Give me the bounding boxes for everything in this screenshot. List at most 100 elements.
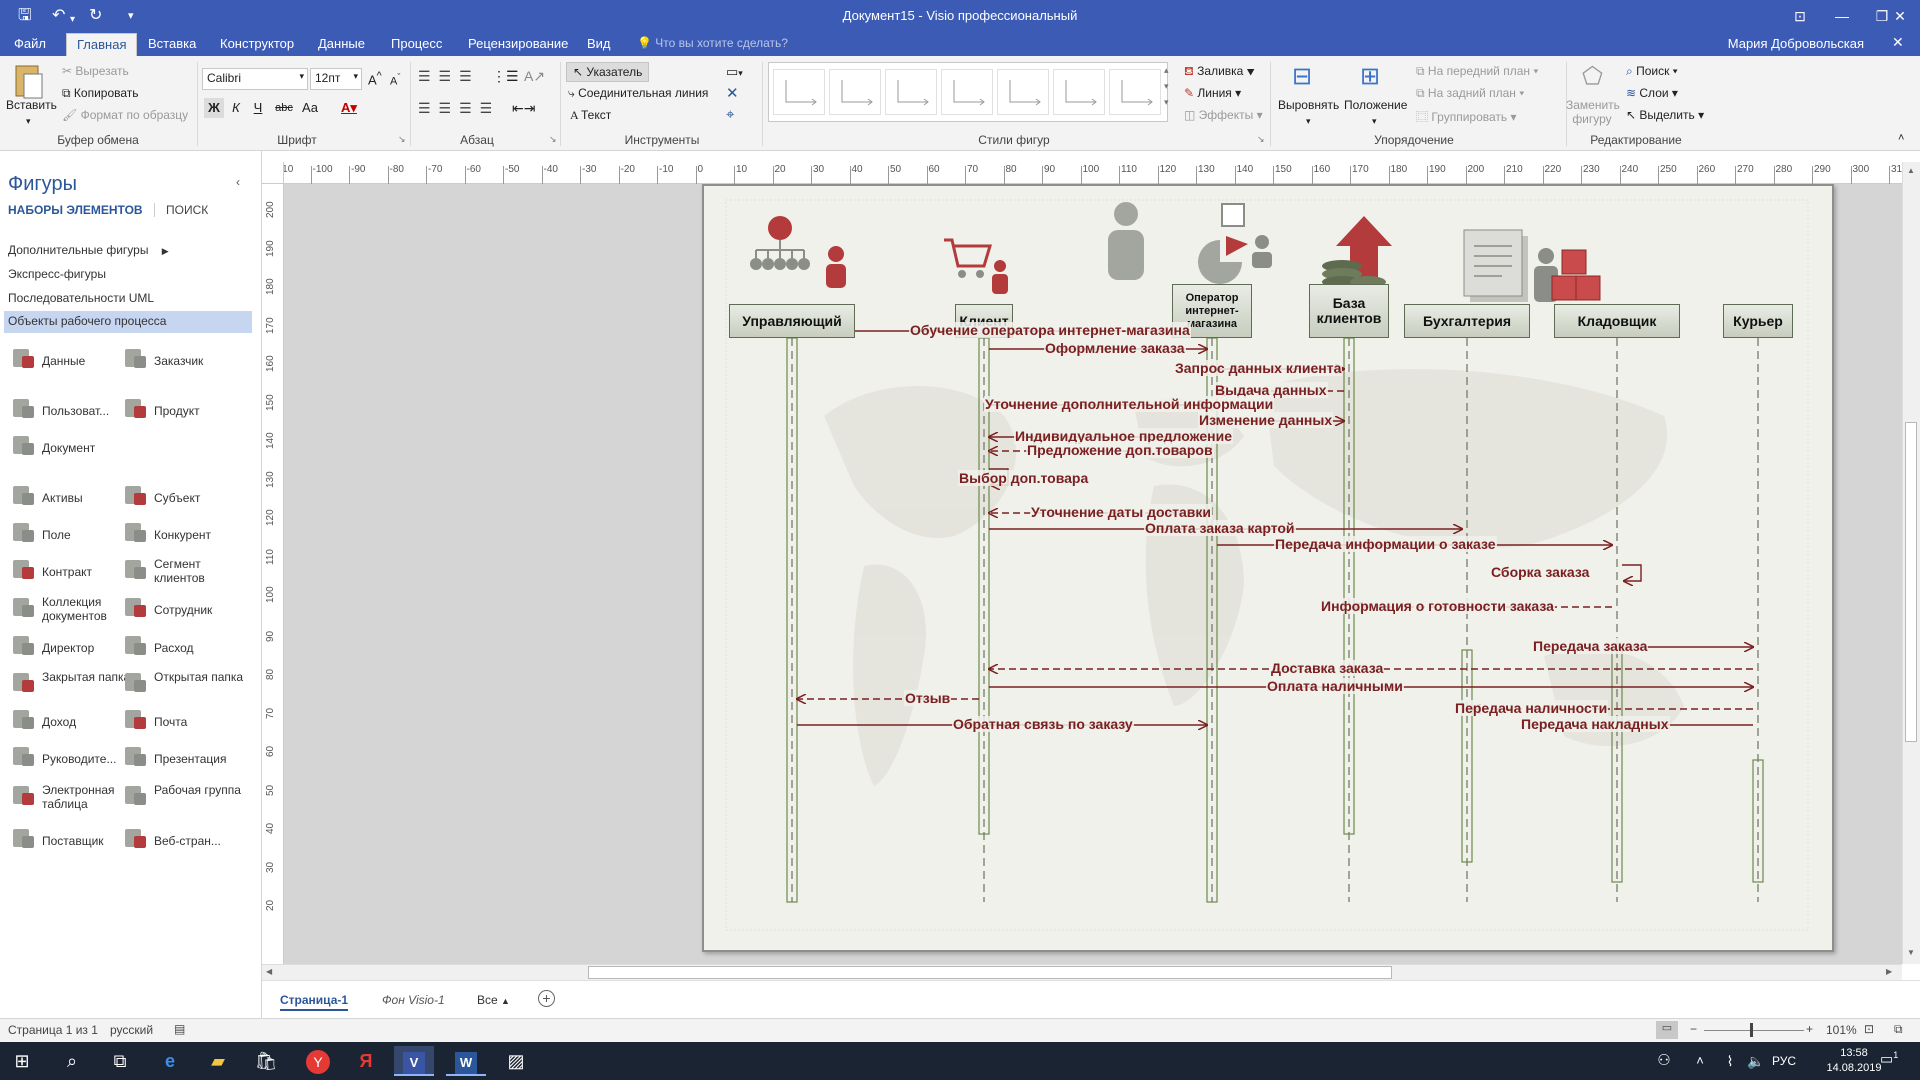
dialog-launcher-icon[interactable]: ↘	[549, 134, 557, 145]
format-painter-button[interactable]: 🖌 Формат по образцу	[62, 108, 188, 122]
connection-point-icon[interactable]: ⌖	[726, 106, 734, 123]
message-label[interactable]: Обучение оператора интернет-магазина	[909, 322, 1191, 338]
scroll-up-icon[interactable]: ▲	[1907, 166, 1915, 175]
chevron-down-icon[interactable]: ▾	[1372, 116, 1377, 127]
task-view-icon[interactable]: ⧉	[100, 1046, 140, 1076]
presentation-mode-icon[interactable]: ▭	[1656, 1021, 1678, 1039]
style-thumbnail[interactable]	[997, 69, 1049, 115]
file-explorer-icon[interactable]: ▰	[198, 1046, 238, 1076]
shape-item-field[interactable]: Поле	[42, 528, 132, 542]
grow-font-icon[interactable]: A^	[368, 70, 382, 87]
shape-item-user[interactable]: Пользоват...	[42, 404, 132, 418]
vertical-align-icons[interactable]: ☰☰☰	[418, 68, 480, 85]
style-thumbnail[interactable]	[829, 69, 881, 115]
paste-button[interactable]: Вставить	[6, 98, 57, 112]
connector-tool-button[interactable]: ⤷ Соединительная линия	[568, 86, 708, 101]
scroll-right-icon[interactable]: ▶	[1886, 967, 1892, 976]
message-label[interactable]: Передача накладных	[1520, 716, 1670, 732]
fill-button[interactable]: ⛾ Заливка ▾	[1184, 64, 1255, 80]
horizontal-align-icons[interactable]: ☰☰☰☰	[418, 100, 500, 117]
lifeline-header-courier[interactable]: Курьер	[1723, 304, 1793, 338]
bring-to-front-button[interactable]: ⧉ На передний план ▾	[1416, 64, 1538, 79]
rotate-text-icon[interactable]: A↗	[524, 68, 545, 85]
drawing-canvas[interactable]: Управляющий Клиент Оператор интернет-магаз…	[284, 184, 1902, 964]
rectangle-tool-icon[interactable]: ▭▾	[726, 64, 743, 80]
tab-home[interactable]: Главная	[66, 33, 138, 56]
photos-icon[interactable]: ▨	[496, 1046, 536, 1076]
tab-view[interactable]: Вид	[587, 36, 611, 51]
message-label[interactable]: Выбор доп.товара	[958, 470, 1090, 486]
message-label[interactable]: Уточнение даты доставки	[1030, 504, 1212, 520]
shape-item-product[interactable]: Продукт	[154, 404, 244, 418]
italic-button[interactable]: К	[226, 98, 246, 118]
shape-item-employee[interactable]: Сотрудник	[154, 603, 244, 617]
font-color-icon[interactable]: A▾	[334, 98, 364, 118]
tab-background-page[interactable]: Фон Visio-1	[382, 993, 445, 1007]
edge-browser-icon[interactable]: e	[150, 1046, 190, 1076]
message-label[interactable]: Сборка заказа	[1490, 564, 1591, 580]
scroll-thumb[interactable]	[588, 966, 1392, 979]
add-page-icon[interactable]: +	[538, 990, 555, 1007]
fit-page-icon[interactable]: ⊡	[1864, 1022, 1874, 1036]
message-label[interactable]: Оплата заказа картой	[1144, 520, 1296, 536]
message-label[interactable]: Оформление заказа	[1044, 340, 1186, 356]
message-label[interactable]: Уточнение дополнительной информации	[984, 396, 1275, 412]
macro-record-icon[interactable]: ▤	[174, 1022, 185, 1036]
message-label[interactable]: Передача заказа	[1532, 638, 1649, 654]
align-icon[interactable]: ⊟	[1292, 62, 1312, 91]
tab-process[interactable]: Процесс	[391, 36, 442, 51]
text-tool-button[interactable]: A Текст	[570, 108, 611, 123]
tab-review[interactable]: Рецензирование	[468, 36, 568, 51]
message-label[interactable]: Доставка заказа	[1270, 660, 1385, 676]
layers-button[interactable]: ≋ Слои ▾	[1626, 86, 1678, 100]
tell-me-box[interactable]: 💡 Что вы хотите сделать?	[637, 36, 788, 50]
gallery-scroll-icon[interactable]: ▴ ▾ ▾	[1164, 62, 1169, 110]
people-icon[interactable]: ⚇	[1644, 1046, 1684, 1076]
shape-item-spreadsheet[interactable]: Электронная таблица	[42, 783, 132, 811]
shape-item-webpage[interactable]: Веб-стран...	[154, 834, 244, 848]
message-label[interactable]: Изменение данных	[1198, 412, 1334, 428]
indent-icons[interactable]: ⇤⇥	[512, 100, 535, 117]
tab-search[interactable]: ПОИСК	[166, 203, 208, 217]
shape-item-contract[interactable]: Контракт	[42, 565, 132, 579]
tab-design[interactable]: Конструктор	[220, 36, 294, 51]
message-label[interactable]: Передача информации о заказе	[1274, 536, 1497, 552]
shape-item-competitor[interactable]: Конкурент	[154, 528, 244, 542]
shape-item-manager[interactable]: Руководите...	[42, 752, 132, 766]
lifeline-header-db[interactable]: База клиентов	[1309, 284, 1389, 338]
bold-button[interactable]: Ж	[204, 98, 224, 118]
message-label[interactable]: Обратная связь по заказу	[952, 716, 1134, 732]
zoom-level[interactable]: 101%	[1826, 1023, 1857, 1037]
language-indicator[interactable]: русский	[110, 1023, 153, 1037]
scroll-down-icon[interactable]: ▼	[1907, 948, 1915, 957]
share-icon[interactable]: ✕	[1892, 34, 1904, 51]
volume-icon[interactable]: 🔈	[1736, 1046, 1776, 1076]
group-button[interactable]: ⿴ Группировать ▾	[1416, 108, 1517, 125]
change-shape-button[interactable]: Заменить фигуру	[1566, 98, 1620, 126]
word-taskbar-icon[interactable]: W	[446, 1046, 486, 1076]
shape-item-supplier[interactable]: Поставщик	[42, 834, 132, 848]
ribbon-display-options-icon[interactable]: ⊡	[1780, 4, 1820, 28]
select-button[interactable]: ↖ Выделить ▾	[1626, 108, 1704, 122]
minimize-icon[interactable]: —	[1822, 4, 1862, 28]
visio-taskbar-icon[interactable]: V	[394, 1046, 434, 1076]
zoom-out-icon[interactable]: −	[1690, 1022, 1697, 1036]
style-thumbnail[interactable]	[773, 69, 825, 115]
lifeline-header-storekeeper[interactable]: Кладовщик	[1554, 304, 1680, 338]
shape-item-open-folder[interactable]: Открытая папка	[154, 670, 244, 684]
switch-windows-icon[interactable]: ⧉	[1894, 1022, 1903, 1037]
change-case-button[interactable]: Aa	[296, 98, 324, 118]
effects-button[interactable]: ◫ Эффекты ▾	[1184, 108, 1263, 122]
paste-icon[interactable]	[8, 62, 50, 102]
message-label[interactable]: Оплата наличными	[1266, 678, 1404, 694]
shape-item-presentation[interactable]: Презентация	[154, 752, 244, 766]
align-button[interactable]: Выровнять	[1278, 98, 1339, 112]
vertical-scrollbar[interactable]: ▲ ▼	[1902, 162, 1920, 964]
tab-file[interactable]: Файл	[14, 36, 46, 51]
message-label[interactable]: Информация о готовности заказа	[1320, 598, 1555, 614]
message-label[interactable]: Предложение доп.товаров	[1026, 442, 1214, 458]
vertical-ruler[interactable]: 200 190 180 170 160 150 140 130 120 110 100 90 80 70 6…	[262, 184, 284, 964]
search-icon[interactable]: ⌕	[52, 1046, 92, 1076]
send-to-back-button[interactable]: ⧉ На задний план ▾	[1416, 86, 1524, 101]
strikethrough-button[interactable]: abc	[272, 98, 296, 118]
